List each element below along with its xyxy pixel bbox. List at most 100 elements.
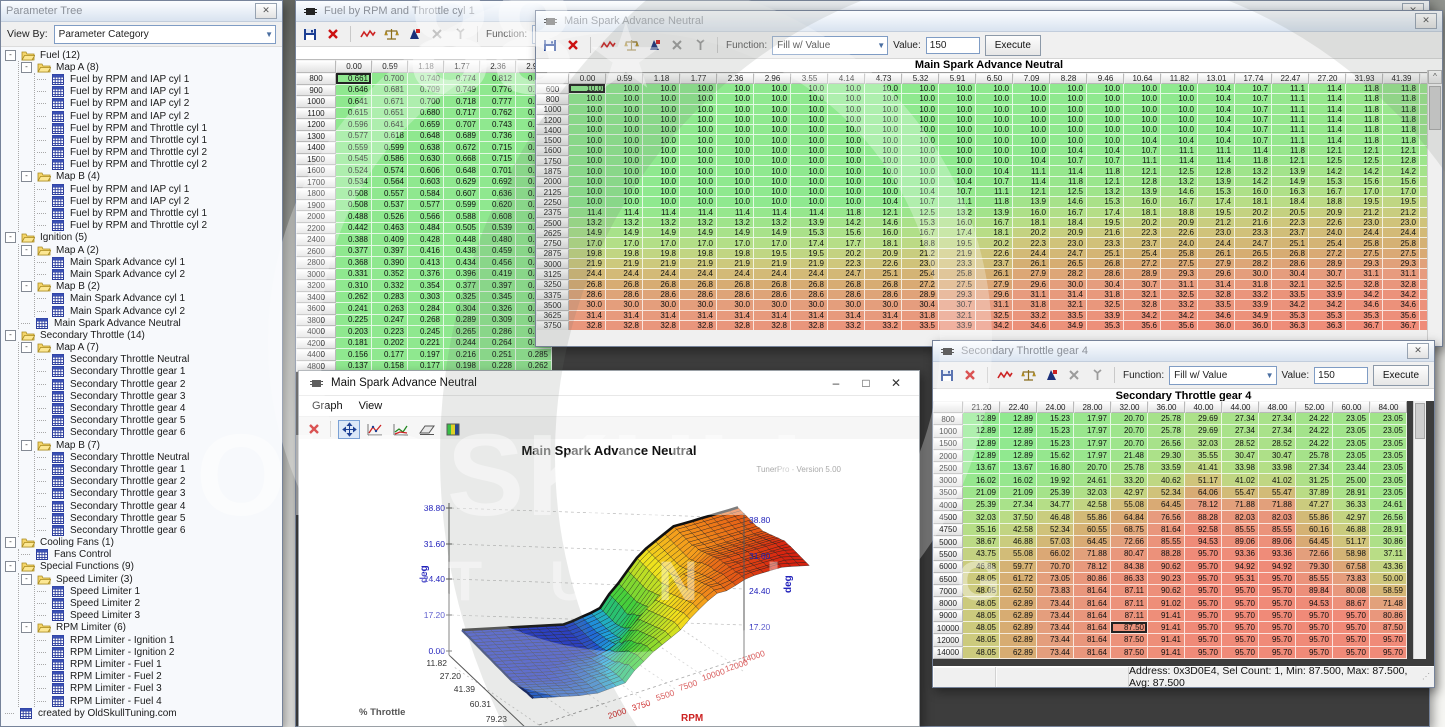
- table-cell[interactable]: 87.11: [1111, 597, 1148, 609]
- table-cell[interactable]: 42.58: [1074, 499, 1111, 511]
- table-cell[interactable]: 20.70: [1111, 413, 1148, 425]
- tree-item[interactable]: Fuel by RPM and IAP cyl 2: [37, 110, 282, 122]
- table-cell[interactable]: 23.3: [939, 259, 976, 269]
- table-cell[interactable]: 10.0: [1013, 135, 1050, 145]
- table-cell[interactable]: 23.05: [1370, 425, 1407, 437]
- row-header[interactable]: 1500: [296, 154, 336, 166]
- row-header[interactable]: 1700: [296, 177, 336, 189]
- table-cell[interactable]: 0.715: [480, 142, 516, 154]
- tree-item[interactable]: Secondary Throttle gear 5: [37, 415, 282, 427]
- table-cell[interactable]: 31.4: [1198, 280, 1235, 290]
- row-header[interactable]: 2625: [536, 228, 569, 238]
- table-cell[interactable]: 29.69: [1185, 413, 1222, 425]
- row-header[interactable]: 3000: [296, 269, 336, 281]
- table-cell[interactable]: 13.9: [1272, 166, 1309, 176]
- table-cell[interactable]: 13.2: [606, 218, 643, 228]
- table-cell[interactable]: 37.11: [1370, 548, 1407, 560]
- table-cell[interactable]: 10.0: [1161, 105, 1198, 115]
- table-cell[interactable]: 10.0: [569, 166, 606, 176]
- table-cell[interactable]: 0.225: [336, 315, 372, 327]
- table-cell[interactable]: 0.707: [444, 119, 480, 131]
- table-cell[interactable]: 80.86: [1370, 610, 1407, 622]
- table-cell[interactable]: 95.70: [1296, 647, 1333, 659]
- table-cell[interactable]: 10.0: [791, 166, 828, 176]
- table-cell[interactable]: 95.70: [1222, 622, 1259, 634]
- delete-map-icon[interactable]: [324, 27, 342, 42]
- table-cell[interactable]: 24.4: [1346, 228, 1383, 238]
- tree-item[interactable]: Speed Limiter 1: [37, 585, 282, 597]
- table-cell[interactable]: 14.9: [1272, 177, 1309, 187]
- table-cell[interactable]: 23.3: [1087, 238, 1124, 248]
- table-cell[interactable]: 28.52: [1259, 438, 1296, 450]
- table-cell[interactable]: 32.8: [717, 321, 754, 330]
- table-cell[interactable]: 95.70: [1185, 622, 1222, 634]
- table-cell[interactable]: 10.0: [1050, 125, 1087, 135]
- table-cell[interactable]: 85.55: [1148, 536, 1185, 548]
- table-cell[interactable]: 14.9: [643, 228, 680, 238]
- table-cell[interactable]: 16.80: [1037, 462, 1074, 474]
- table-cell[interactable]: 10.7: [1235, 105, 1272, 115]
- table-cell[interactable]: 0.648: [444, 165, 480, 177]
- table-cell[interactable]: 13.2: [939, 208, 976, 218]
- table-cell[interactable]: 12.89: [963, 425, 1000, 437]
- table-cell[interactable]: 30.0: [865, 300, 902, 310]
- table-cell[interactable]: 14.2: [828, 218, 865, 228]
- table-cell[interactable]: 0.641: [336, 96, 372, 108]
- table-cell[interactable]: 95.70: [1185, 573, 1222, 585]
- table-cell[interactable]: 95.70: [1222, 634, 1259, 646]
- table-cell[interactable]: 34.9: [1050, 321, 1087, 330]
- table-cell[interactable]: 81.64: [1074, 585, 1111, 597]
- table-cell[interactable]: 0.557: [372, 188, 408, 200]
- table-cell[interactable]: 10.0: [902, 156, 939, 166]
- table-cell[interactable]: 10.0: [754, 115, 791, 125]
- table-cell[interactable]: 23.0: [902, 259, 939, 269]
- table-cell[interactable]: 12.5: [1161, 166, 1198, 176]
- table-cell[interactable]: 17.0: [1346, 187, 1383, 197]
- tree-item[interactable]: Main Spark Advance cyl 2: [37, 268, 282, 280]
- table-cell[interactable]: 30.86: [1370, 536, 1407, 548]
- table-cell[interactable]: 10.0: [717, 105, 754, 115]
- view-by-dropdown[interactable]: Parameter Category ▼: [54, 25, 276, 44]
- table-cell[interactable]: 10.0: [976, 105, 1013, 115]
- table-cell[interactable]: 11.4: [1309, 105, 1346, 115]
- table-cell[interactable]: 10.0: [680, 125, 717, 135]
- table-cell[interactable]: 10.0: [976, 115, 1013, 125]
- y-axis-icon[interactable]: [451, 27, 469, 42]
- table-cell[interactable]: 48.05: [963, 610, 1000, 622]
- scrollbar-thumb[interactable]: [1429, 86, 1441, 130]
- table-cell[interactable]: 31.4: [606, 311, 643, 321]
- row-header[interactable]: 3000: [933, 474, 963, 486]
- row-header[interactable]: 2750: [536, 238, 569, 248]
- table-cell[interactable]: 23.05: [1333, 413, 1370, 425]
- table-cell[interactable]: 55.47: [1259, 487, 1296, 499]
- table-cell[interactable]: 24.22: [1296, 438, 1333, 450]
- collapse-icon[interactable]: -: [5, 561, 16, 572]
- table-cell[interactable]: 21.6: [1087, 228, 1124, 238]
- table-cell[interactable]: 10.0: [717, 166, 754, 176]
- row-header[interactable]: 4400: [296, 349, 336, 361]
- table-cell[interactable]: 18.8: [1161, 208, 1198, 218]
- table-cell[interactable]: 13.2: [717, 218, 754, 228]
- table-cell[interactable]: 10.4: [939, 177, 976, 187]
- col-header[interactable]: 10.64: [1124, 73, 1161, 84]
- table-cell[interactable]: 10.0: [717, 84, 754, 94]
- scatter-chart-icon[interactable]: [390, 420, 412, 439]
- col-header[interactable]: 11.82: [1161, 73, 1198, 84]
- function-dropdown[interactable]: Fill w/ Value ▼: [1169, 366, 1276, 385]
- tree-item[interactable]: Secondary Throttle gear 4: [37, 500, 282, 512]
- table-cell[interactable]: 95.70: [1185, 585, 1222, 597]
- table-cell[interactable]: 35.3: [1309, 311, 1346, 321]
- table-cell[interactable]: 0.480: [480, 234, 516, 246]
- table-cell[interactable]: 22.6: [1309, 218, 1346, 228]
- table-cell[interactable]: 31.8: [1087, 290, 1124, 300]
- table-cell[interactable]: 33.9: [1309, 290, 1346, 300]
- table-cell[interactable]: 21.9: [606, 259, 643, 269]
- table-cell[interactable]: 52.34: [1037, 524, 1074, 536]
- table-cell[interactable]: 10.0: [828, 146, 865, 156]
- table-cell[interactable]: 73.44: [1037, 634, 1074, 646]
- table-cell[interactable]: 0.701: [480, 165, 516, 177]
- col-header[interactable]: 1.77: [444, 60, 480, 73]
- table-cell[interactable]: 28.6: [606, 290, 643, 300]
- table-cell[interactable]: 10.0: [976, 156, 1013, 166]
- table-cell[interactable]: 10.0: [1124, 115, 1161, 125]
